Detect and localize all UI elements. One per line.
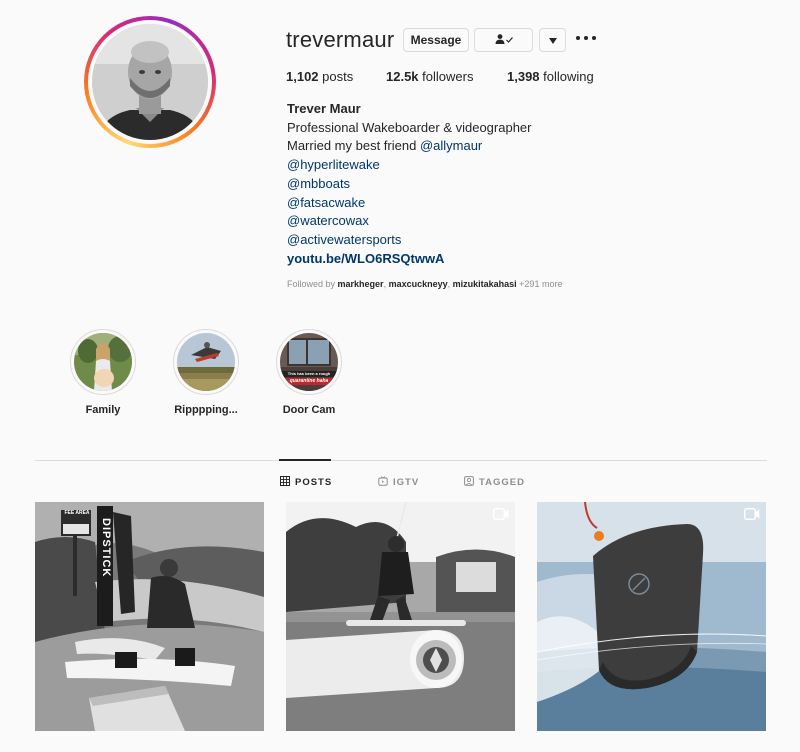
more-dots-icon — [592, 36, 596, 40]
tab-label: POSTS — [295, 477, 333, 488]
followed-by-prefix: Followed by — [287, 279, 338, 289]
highlight-cover — [74, 333, 132, 391]
highlight-door-cam[interactable]: This has been a rough quarantine haha Do… — [264, 329, 354, 416]
tab-posts[interactable]: POSTS — [280, 476, 332, 489]
posts-count-value: 1,102 — [286, 69, 319, 84]
bio-mention-link[interactable]: @fatsacwake — [287, 194, 532, 213]
posts-count: 1,102 posts — [286, 69, 353, 84]
more-options-button[interactable] — [576, 31, 596, 45]
highlight-label: Door Cam — [282, 404, 336, 416]
bio-mention-link[interactable]: @mbboats — [287, 175, 532, 194]
bio-line: Professional Wakeboarder & videographer — [287, 119, 532, 135]
profile-bio: Trever Maur Professional Wakeboarder & v… — [287, 100, 532, 268]
highlight-ring — [70, 329, 136, 395]
active-tab-indicator — [279, 459, 331, 461]
highlight-ring — [173, 329, 239, 395]
post-thumbnail[interactable]: FEE AREA DIPSTICK — [35, 502, 264, 731]
avatar-gap — [88, 20, 212, 144]
following-link[interactable]: 1,398 following — [507, 69, 594, 84]
highlight-label: Ripppping... — [174, 404, 238, 416]
highlight-family[interactable]: Family — [58, 329, 148, 416]
profile-avatar-ring[interactable] — [84, 16, 216, 148]
video-icon — [493, 508, 509, 520]
followers-count-value: 12.5k — [386, 69, 419, 84]
post-thumbnail[interactable] — [537, 502, 766, 731]
tab-label: IGTV — [393, 477, 420, 488]
post-thumbnail[interactable] — [286, 502, 515, 731]
followers-count-label: followers — [422, 69, 474, 84]
tabs-divider — [35, 460, 767, 461]
following-count-label: following — [543, 69, 594, 84]
suggested-dropdown-button[interactable] — [539, 28, 566, 52]
igtv-icon — [378, 476, 388, 489]
following-count-value: 1,398 — [507, 69, 540, 84]
posts-count-label: posts — [322, 69, 354, 84]
profile-full-name: Trever Maur — [287, 101, 361, 116]
followed-by-user[interactable]: maxcuckneyy — [389, 279, 448, 289]
tab-tagged[interactable]: TAGGED — [464, 476, 525, 489]
highlight-label: Family — [85, 404, 121, 416]
bio-mention-link[interactable]: @activewatersports — [287, 231, 532, 250]
followed-by[interactable]: Followed by markheger, maxcuckneyy, mizu… — [287, 279, 562, 289]
caret-down-icon — [548, 33, 557, 47]
grid-icon — [280, 476, 290, 489]
person-check-icon — [494, 33, 514, 47]
post-sign-text: FEE AREA — [64, 510, 90, 516]
tab-label: TAGGED — [479, 477, 525, 488]
bio-mention-link[interactable]: @watercowax — [287, 212, 532, 231]
highlight-overlay-text: This has been a rough — [287, 371, 331, 376]
tab-igtv[interactable]: IGTV — [378, 476, 419, 489]
bio-text: Married my best friend — [287, 138, 420, 154]
post-sign-text: DIPSTICK — [100, 518, 112, 578]
video-icon — [744, 508, 760, 520]
highlight-ring: This has been a rough quarantine haha — [276, 329, 342, 395]
more-dots-icon — [576, 36, 580, 40]
followed-by-more: +291 more — [516, 279, 563, 289]
followers-link[interactable]: 12.5k followers — [386, 69, 473, 84]
profile-username: trevermaur — [286, 27, 395, 52]
profile-avatar[interactable] — [92, 24, 208, 140]
bio-website-link[interactable]: youtu.be/WLO6RSQtwwA — [287, 250, 532, 269]
tagged-icon — [464, 476, 474, 489]
bio-mention-link[interactable]: @allymaur — [420, 138, 482, 153]
followed-by-user[interactable]: markheger — [338, 279, 384, 289]
followed-by-user[interactable]: mizukitakahasi — [453, 279, 517, 289]
bio-line: Married my best friend @allymaur — [287, 137, 532, 156]
highlight-cover — [177, 333, 235, 391]
following-button[interactable] — [474, 28, 533, 52]
bio-mention-link[interactable]: @hyperlitewake — [287, 156, 532, 175]
highlight-overlay-text: quarantine haha — [289, 378, 329, 384]
more-dots-icon — [584, 36, 588, 40]
highlight-cover: This has been a rough quarantine haha — [280, 333, 338, 391]
message-button[interactable]: Message — [403, 28, 469, 52]
highlight-ripping[interactable]: Ripppping... — [161, 329, 251, 416]
